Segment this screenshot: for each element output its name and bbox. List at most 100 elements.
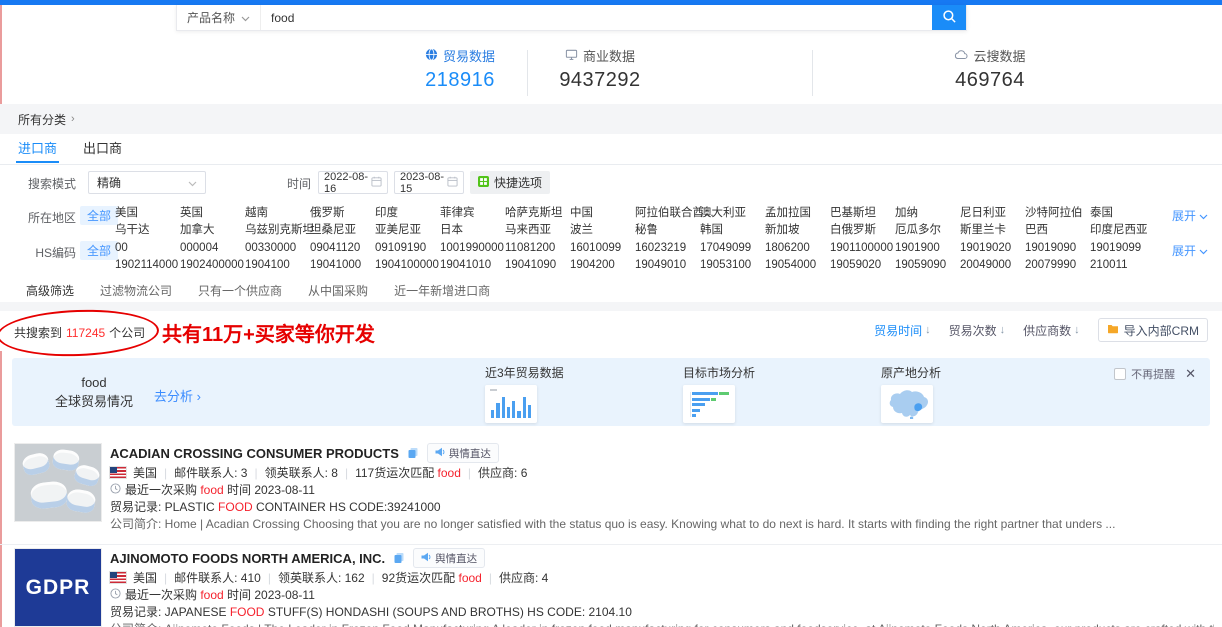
hs-code-option[interactable]: 1902114000 xyxy=(115,257,180,274)
hs-code-option[interactable]: 11081200 xyxy=(505,240,570,257)
company-photo[interactable] xyxy=(14,443,102,522)
region-option[interactable]: 越南 xyxy=(245,205,310,222)
stat-trade-data[interactable]: 贸易数据 218916 xyxy=(390,46,530,92)
hs-code-option[interactable]: 19049010 xyxy=(635,257,700,274)
region-option[interactable]: 沙特阿拉伯 xyxy=(1025,205,1090,222)
hs-code-option[interactable]: 00330000 xyxy=(245,240,310,257)
hs-code-option[interactable]: 000004 xyxy=(180,240,245,257)
region-option[interactable]: 马来西亚 xyxy=(505,222,570,239)
quick-options-button[interactable]: 快捷选项 xyxy=(470,171,550,194)
region-option[interactable]: 斯里兰卡 xyxy=(960,222,1025,239)
quick-filter-link[interactable]: 近一年新增进口商 xyxy=(394,282,490,299)
hs-all-chip[interactable]: 全部 xyxy=(80,241,118,260)
quick-filter-link[interactable]: 从中国采购 xyxy=(308,282,368,299)
copy-icon[interactable] xyxy=(393,552,405,564)
company-logo[interactable]: GDPR xyxy=(14,548,102,627)
region-option[interactable]: 尼日利亚 xyxy=(960,205,1025,222)
region-option[interactable]: 乌干达 xyxy=(115,222,180,239)
region-expand-link[interactable]: 展开 xyxy=(1172,207,1208,224)
sort-supplier-count[interactable]: 供应商数↓ xyxy=(1023,322,1080,339)
region-option[interactable]: 乌兹别克斯坦 xyxy=(245,222,310,239)
hs-code-option[interactable]: 19019090 xyxy=(1025,240,1090,257)
copy-icon[interactable] xyxy=(407,447,419,459)
hs-code-option[interactable]: 19019099 xyxy=(1090,240,1155,257)
hs-code-option[interactable]: 16023219 xyxy=(635,240,700,257)
stat-business-data[interactable]: 商业数据 9437292 xyxy=(530,46,670,92)
region-option[interactable]: 印度 xyxy=(375,205,440,222)
advanced-filter-label[interactable]: 高级筛选 xyxy=(26,282,74,299)
region-option[interactable]: 澳大利亚 xyxy=(700,205,765,222)
tab-importers[interactable]: 进口商 xyxy=(18,134,57,163)
hs-code-option[interactable]: 09109190 xyxy=(375,240,440,257)
hs-code-option[interactable]: 19041090 xyxy=(505,257,570,274)
hs-code-option[interactable]: 1001990000 xyxy=(440,240,505,257)
hs-code-option[interactable]: 19041000 xyxy=(310,257,375,274)
hs-code-option[interactable]: 1904100 xyxy=(245,257,310,274)
region-option[interactable]: 白俄罗斯 xyxy=(830,222,895,239)
region-all-chip[interactable]: 全部 xyxy=(80,206,118,225)
hs-code-option[interactable]: 00 xyxy=(115,240,180,257)
region-option[interactable]: 巴基斯坦 xyxy=(830,205,895,222)
stat-cloud-search-data[interactable]: 云搜数据 469764 xyxy=(920,46,1060,92)
hs-code-option[interactable]: 20049000 xyxy=(960,257,1025,274)
hs-code-option[interactable]: 1902400000 xyxy=(180,257,245,274)
hs-code-option[interactable]: 19041010 xyxy=(440,257,505,274)
company-name[interactable]: ACADIAN CROSSING CONSUMER PRODUCTS xyxy=(110,446,399,461)
region-option[interactable]: 哈萨克斯坦 xyxy=(505,205,570,222)
region-option[interactable]: 俄罗斯 xyxy=(310,205,375,222)
hs-code-option[interactable]: 1901900 xyxy=(895,240,960,257)
bar-chart-thumbnail[interactable] xyxy=(485,385,537,423)
region-option[interactable]: 加拿大 xyxy=(180,222,245,239)
sentiment-tag[interactable]: 舆情直达 xyxy=(413,548,485,568)
hs-code-option[interactable]: 1904200 xyxy=(570,257,635,274)
region-option[interactable]: 英国 xyxy=(180,205,245,222)
search-mode-select[interactable]: 精确 xyxy=(88,171,206,194)
search-button[interactable] xyxy=(932,5,966,30)
search-category-dropdown[interactable]: 产品名称 xyxy=(177,5,261,30)
region-option[interactable]: 印度尼西亚 xyxy=(1090,222,1155,239)
company-name[interactable]: AJINOMOTO FOODS NORTH AMERICA, INC. xyxy=(110,551,385,566)
breadcrumb[interactable]: 所有分类 › xyxy=(0,104,1222,134)
analyze-link[interactable]: 去分析 › xyxy=(154,386,201,405)
region-option[interactable]: 亚美尼亚 xyxy=(375,222,440,239)
tab-exporters[interactable]: 出口商 xyxy=(83,134,122,163)
quick-filter-link[interactable]: 只有一个供应商 xyxy=(198,282,282,299)
region-option[interactable]: 韩国 xyxy=(700,222,765,239)
market-bar-thumbnail[interactable] xyxy=(683,385,735,423)
sort-trade-count[interactable]: 贸易次数↓ xyxy=(949,322,1006,339)
hs-code-option[interactable]: 210011 xyxy=(1090,257,1155,274)
region-option[interactable]: 阿拉伯联合酋... xyxy=(635,205,700,222)
region-option[interactable]: 日本 xyxy=(440,222,505,239)
search-input[interactable] xyxy=(261,5,932,30)
hs-code-option[interactable]: 19054000 xyxy=(765,257,830,274)
region-option[interactable]: 新加坡 xyxy=(765,222,830,239)
region-option[interactable]: 秘鲁 xyxy=(635,222,700,239)
hs-code-option[interactable]: 17049099 xyxy=(700,240,765,257)
date-to-input[interactable]: 2023-08-15 xyxy=(394,171,464,194)
hs-code-option[interactable]: 1806200 xyxy=(765,240,830,257)
hs-code-option[interactable]: 20079990 xyxy=(1025,257,1090,274)
import-crm-button[interactable]: 导入内部CRM xyxy=(1098,318,1208,342)
hs-expand-link[interactable]: 展开 xyxy=(1172,242,1208,259)
hs-code-option[interactable]: 16010099 xyxy=(570,240,635,257)
date-from-input[interactable]: 2022-08-16 xyxy=(318,171,388,194)
region-option[interactable]: 波兰 xyxy=(570,222,635,239)
region-option[interactable]: 菲律宾 xyxy=(440,205,505,222)
hs-code-option[interactable]: 19059090 xyxy=(895,257,960,274)
close-icon[interactable]: ✕ xyxy=(1185,366,1196,382)
china-map-thumbnail[interactable] xyxy=(881,385,933,423)
region-option[interactable]: 中国 xyxy=(570,205,635,222)
hs-code-option[interactable]: 19019020 xyxy=(960,240,1025,257)
region-option[interactable]: 厄瓜多尔 xyxy=(895,222,960,239)
region-option[interactable]: 坦桑尼亚 xyxy=(310,222,375,239)
hs-code-option[interactable]: 1901100000 xyxy=(830,240,895,257)
quick-filter-link[interactable]: 过滤物流公司 xyxy=(100,282,172,299)
region-option[interactable]: 巴西 xyxy=(1025,222,1090,239)
region-option[interactable]: 美国 xyxy=(115,205,180,222)
hs-code-option[interactable]: 19059020 xyxy=(830,257,895,274)
region-option[interactable]: 加纳 xyxy=(895,205,960,222)
region-option[interactable]: 泰国 xyxy=(1090,205,1155,222)
sort-trade-time[interactable]: 贸易时间↓ xyxy=(874,322,931,339)
dismiss-checkbox[interactable] xyxy=(1114,368,1126,380)
region-option[interactable]: 孟加拉国 xyxy=(765,205,830,222)
